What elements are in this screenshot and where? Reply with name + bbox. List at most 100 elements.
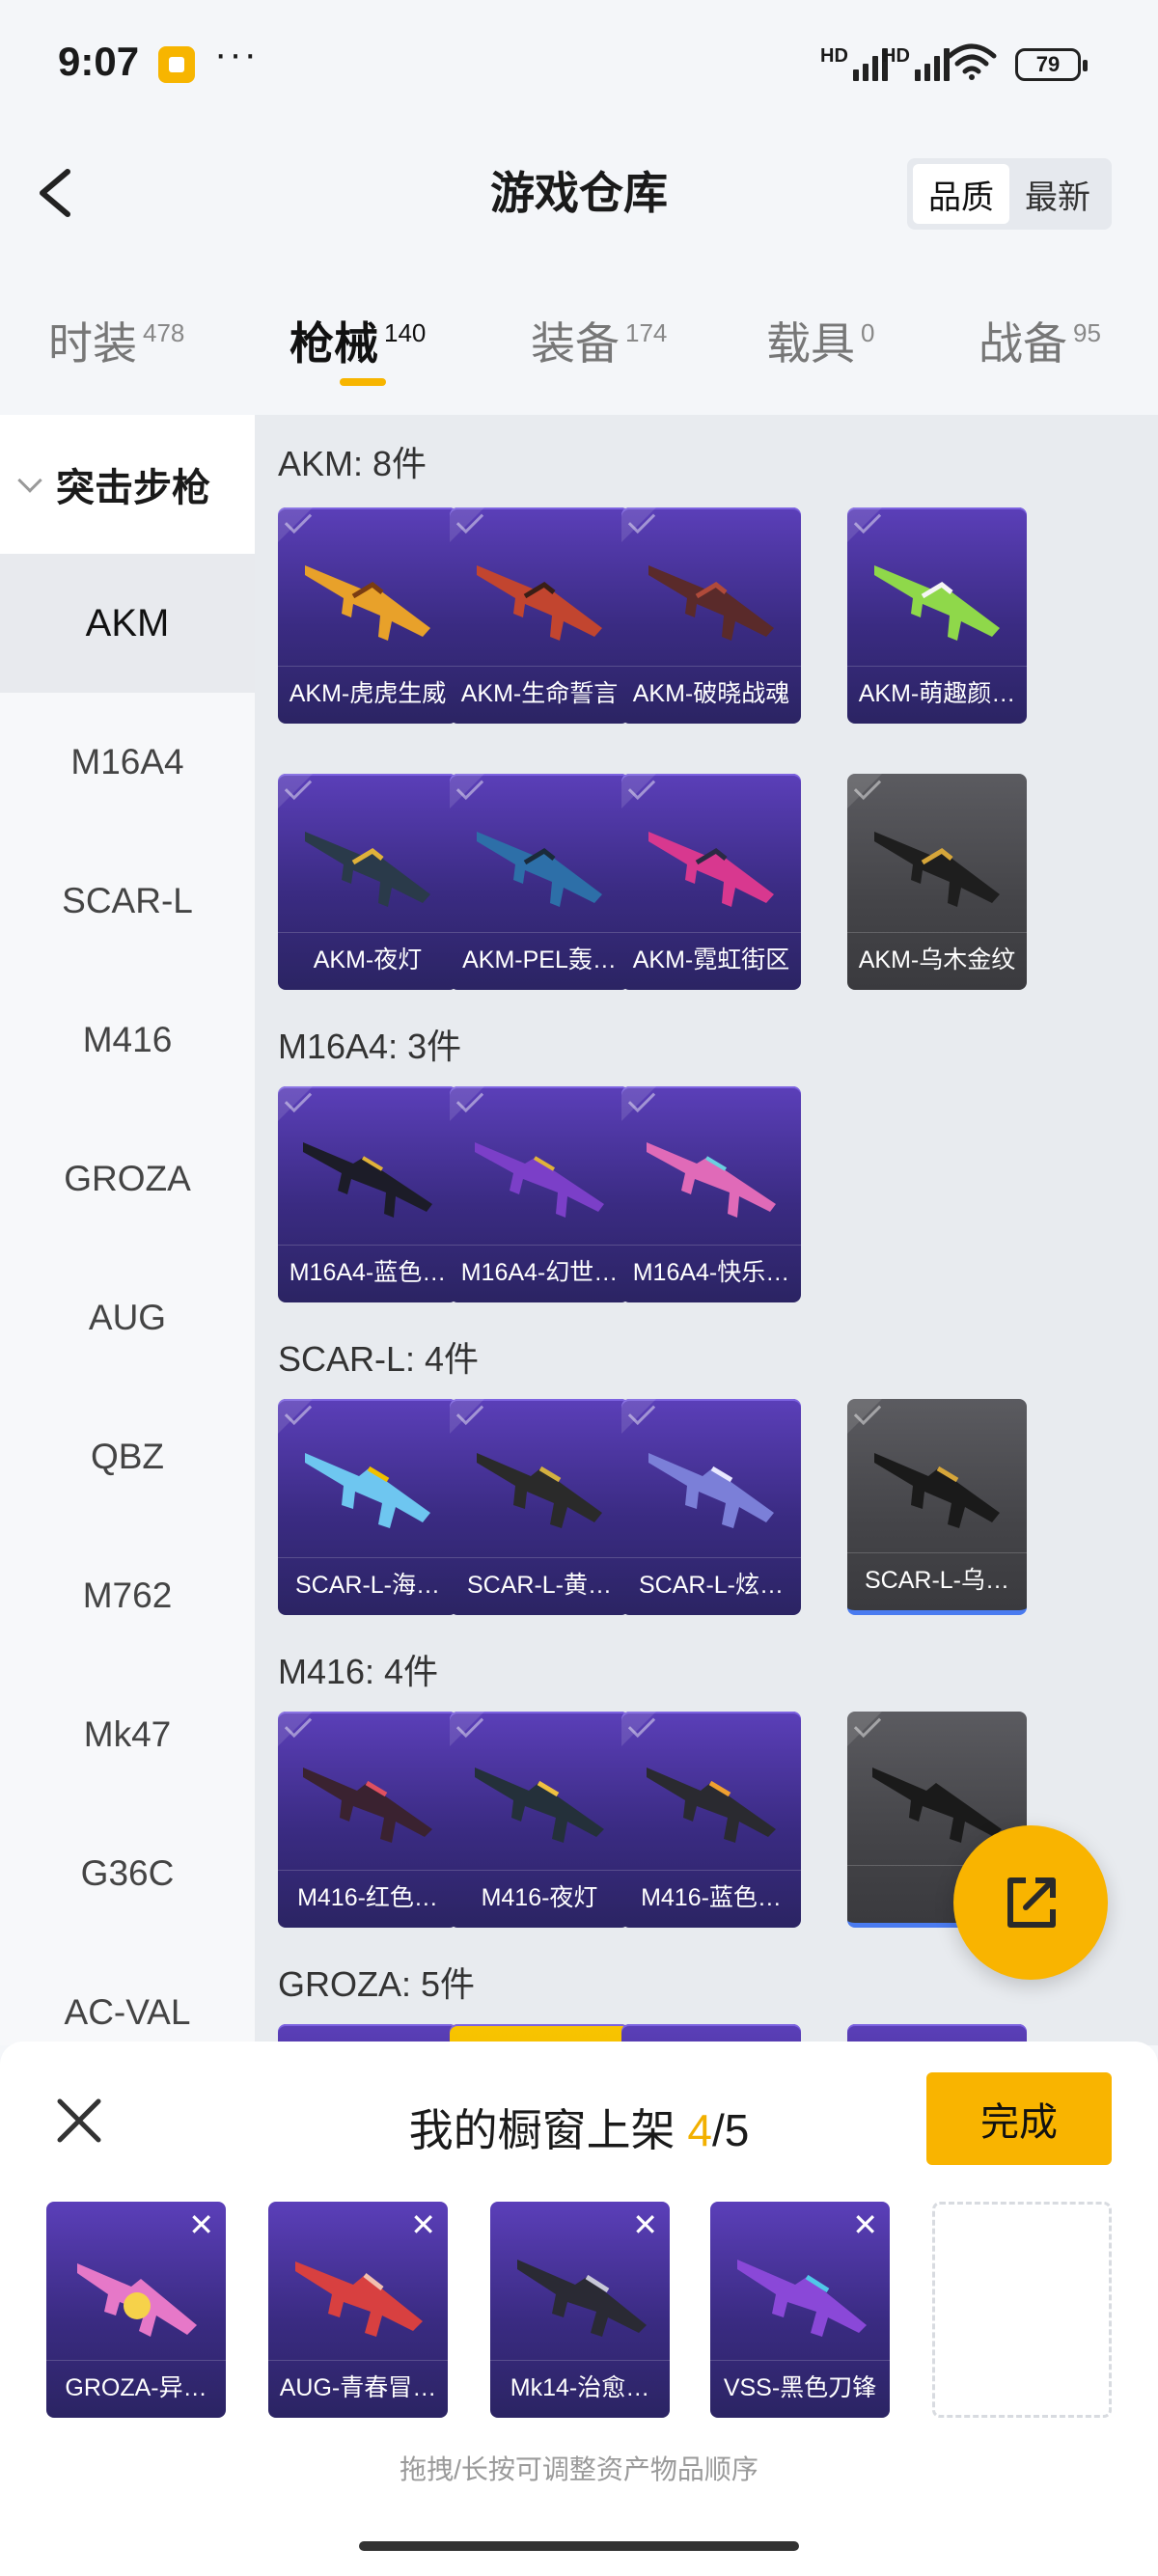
showcase-item[interactable]: ✕ Mk14-治愈… bbox=[490, 2202, 670, 2418]
sidebar-item-akm[interactable]: AKM bbox=[0, 554, 255, 693]
skin-name: SCAR-L-黄… bbox=[450, 1557, 629, 1607]
hd-label: HD bbox=[882, 45, 910, 67]
skin-card[interactable]: SCAR-L-炫… bbox=[621, 1399, 801, 1615]
sidebar-item-g36c[interactable]: G36C bbox=[0, 1804, 255, 1943]
sidebar-item-m762[interactable]: M762 bbox=[0, 1526, 255, 1665]
skin-card[interactable]: AKM-PEL轰… bbox=[450, 774, 629, 990]
skin-card[interactable]: SCAR-L-黄… bbox=[450, 1399, 629, 1615]
skin-name: VSS-黑色刀锋 bbox=[710, 2360, 890, 2410]
sidebar-item-aug[interactable]: AUG bbox=[0, 1248, 255, 1387]
rifle-icon bbox=[305, 565, 430, 641]
skin-card[interactable]: M16A4-快乐… bbox=[621, 1086, 801, 1302]
skin-card[interactable]: AKM-破晓战魂 bbox=[621, 507, 801, 724]
tab-vehicles[interactable]: 载具 0 bbox=[766, 309, 874, 372]
sidebar-item-ac-val[interactable]: AC-VAL bbox=[0, 1943, 255, 2045]
rifle-icon bbox=[305, 1453, 430, 1528]
skin-card[interactable]: SCAR-L-乌… bbox=[847, 1399, 1027, 1615]
share-icon bbox=[1007, 1877, 1056, 1928]
skin-name: AKM-萌趣颜… bbox=[847, 666, 1027, 716]
sort-toggle: 品质 最新 bbox=[907, 158, 1112, 230]
skin-card[interactable]: AKM-虎虎生威 bbox=[278, 507, 457, 724]
skin-name: AKM-PEL轰… bbox=[450, 932, 629, 982]
sidebar-item-m416[interactable]: M416 bbox=[0, 971, 255, 1110]
chevron-down-icon bbox=[17, 468, 42, 493]
section-title-m416: M416: 4件 bbox=[278, 1652, 439, 1691]
rifle-icon bbox=[77, 2263, 197, 2337]
home-indicator[interactable] bbox=[359, 2541, 799, 2551]
skin-card[interactable]: M16A4-蓝色… bbox=[278, 1086, 457, 1302]
skin-name: SCAR-L-海… bbox=[278, 1557, 457, 1607]
sidebar-item-groza[interactable]: GROZA bbox=[0, 1110, 255, 1248]
rifle-icon bbox=[475, 1142, 604, 1218]
showcase-item[interactable]: ✕ AUG-青春冒… bbox=[268, 2202, 448, 2418]
weapon-grid: AKM: 8件 AKM-虎虎生威 AKM-生命誓言 AKM-破晓战魂 AKM-萌… bbox=[255, 415, 1158, 2045]
sidebar-item-scar-l[interactable]: SCAR-L bbox=[0, 832, 255, 971]
section-title-akm: AKM: 8件 bbox=[278, 444, 427, 483]
skin-name: M16A4-快乐… bbox=[621, 1245, 801, 1295]
rifle-icon bbox=[648, 1453, 774, 1528]
more-notifications-icon: ··· bbox=[214, 33, 259, 75]
skin-card[interactable]: M16A4-幻世… bbox=[450, 1086, 629, 1302]
rifle-icon bbox=[874, 832, 1000, 907]
hd-label: HD bbox=[820, 45, 848, 67]
sidebar-item-mk47[interactable]: Mk47 bbox=[0, 1665, 255, 1804]
top-nav: 游戏仓库 品质 最新 bbox=[0, 135, 1158, 251]
skin-name: M16A4-蓝色… bbox=[278, 1245, 457, 1295]
tab-guns[interactable]: 枪械 140 bbox=[290, 309, 426, 372]
rifle-icon bbox=[874, 565, 1000, 641]
skin-card[interactable]: AKM-夜灯 bbox=[278, 774, 457, 990]
rifle-icon bbox=[303, 1142, 432, 1218]
section-title-m16a4: M16A4: 3件 bbox=[278, 1027, 462, 1066]
tab-supplies[interactable]: 战备 95 bbox=[979, 309, 1101, 372]
rifle-icon bbox=[477, 1453, 602, 1528]
active-tab-indicator bbox=[340, 378, 386, 386]
share-button[interactable] bbox=[953, 1825, 1108, 1980]
sort-newest-button[interactable]: 最新 bbox=[1009, 164, 1106, 224]
sidebar-item-m16a4[interactable]: M16A4 bbox=[0, 693, 255, 832]
done-button[interactable]: 完成 bbox=[926, 2072, 1112, 2165]
skin-card[interactable]: AKM-霓虹街区 bbox=[621, 774, 801, 990]
skin-name: GROZA-异… bbox=[46, 2360, 226, 2410]
rifle-icon bbox=[517, 2260, 647, 2337]
showcase-item[interactable]: ✕ GROZA-异… bbox=[46, 2202, 226, 2418]
skin-card[interactable]: AKM-生命誓言 bbox=[450, 507, 629, 724]
skin-name: M16A4-幻世… bbox=[450, 1245, 629, 1295]
battery-icon: 79 bbox=[1015, 48, 1088, 81]
empty-showcase-slot[interactable] bbox=[932, 2202, 1112, 2418]
tab-fashion[interactable]: 时装 478 bbox=[48, 309, 184, 372]
weapon-sidebar: 突击步枪 AKM M16A4 SCAR-L M416 GROZA AUG QBZ… bbox=[0, 415, 255, 2045]
skin-card[interactable]: AKM-萌趣颜… bbox=[847, 507, 1027, 724]
tab-equipment[interactable]: 装备 174 bbox=[531, 309, 667, 372]
skin-card[interactable]: M416-夜灯 bbox=[450, 1712, 629, 1928]
section-title-scar-l: SCAR-L: 4件 bbox=[278, 1339, 480, 1379]
skin-name: AKM-生命誓言 bbox=[450, 666, 629, 716]
rifle-icon bbox=[305, 832, 430, 907]
skin-card[interactable]: AKM-乌木金纹 bbox=[847, 774, 1027, 990]
skin-card[interactable]: M416-红色… bbox=[278, 1712, 457, 1928]
skin-name: M416-夜灯 bbox=[450, 1870, 629, 1920]
section-title-groza: GROZA: 5件 bbox=[278, 1964, 476, 2004]
rifle-icon bbox=[477, 565, 602, 641]
signal-bars-2-icon bbox=[915, 46, 950, 81]
skin-name: SCAR-L-炫… bbox=[621, 1557, 801, 1607]
rifle-icon bbox=[648, 832, 774, 907]
skin-card[interactable]: M416-蓝色… bbox=[621, 1712, 801, 1928]
sort-quality-button[interactable]: 品质 bbox=[913, 164, 1009, 224]
showcase-item[interactable]: ✕ VSS-黑色刀锋 bbox=[710, 2202, 890, 2418]
category-tabs: 时装 478 枪械 140 装备 174 载具 0 战备 95 bbox=[0, 289, 1158, 396]
rifle-icon bbox=[648, 565, 774, 641]
rifle-icon bbox=[475, 1768, 604, 1843]
rifle-icon bbox=[647, 1768, 776, 1843]
reorder-hint: 拖拽/长按可调整资产物品顺序 bbox=[400, 2454, 758, 2484]
rifle-icon bbox=[303, 1768, 432, 1843]
category-dropdown[interactable]: 突击步枪 bbox=[0, 415, 255, 554]
category-label: 突击步枪 bbox=[56, 467, 210, 509]
sidebar-item-qbz[interactable]: QBZ bbox=[0, 1387, 255, 1526]
skin-name: AUG-青春冒… bbox=[268, 2360, 448, 2410]
skin-name: Mk14-治愈… bbox=[490, 2360, 670, 2410]
status-bar: 9:07 ··· HD HD 79 bbox=[0, 0, 1158, 135]
rifle-icon bbox=[647, 1142, 776, 1218]
skin-name: AKM-夜灯 bbox=[278, 932, 457, 982]
skin-card[interactable]: SCAR-L-海… bbox=[278, 1399, 457, 1615]
rifle-icon bbox=[874, 1453, 1000, 1528]
